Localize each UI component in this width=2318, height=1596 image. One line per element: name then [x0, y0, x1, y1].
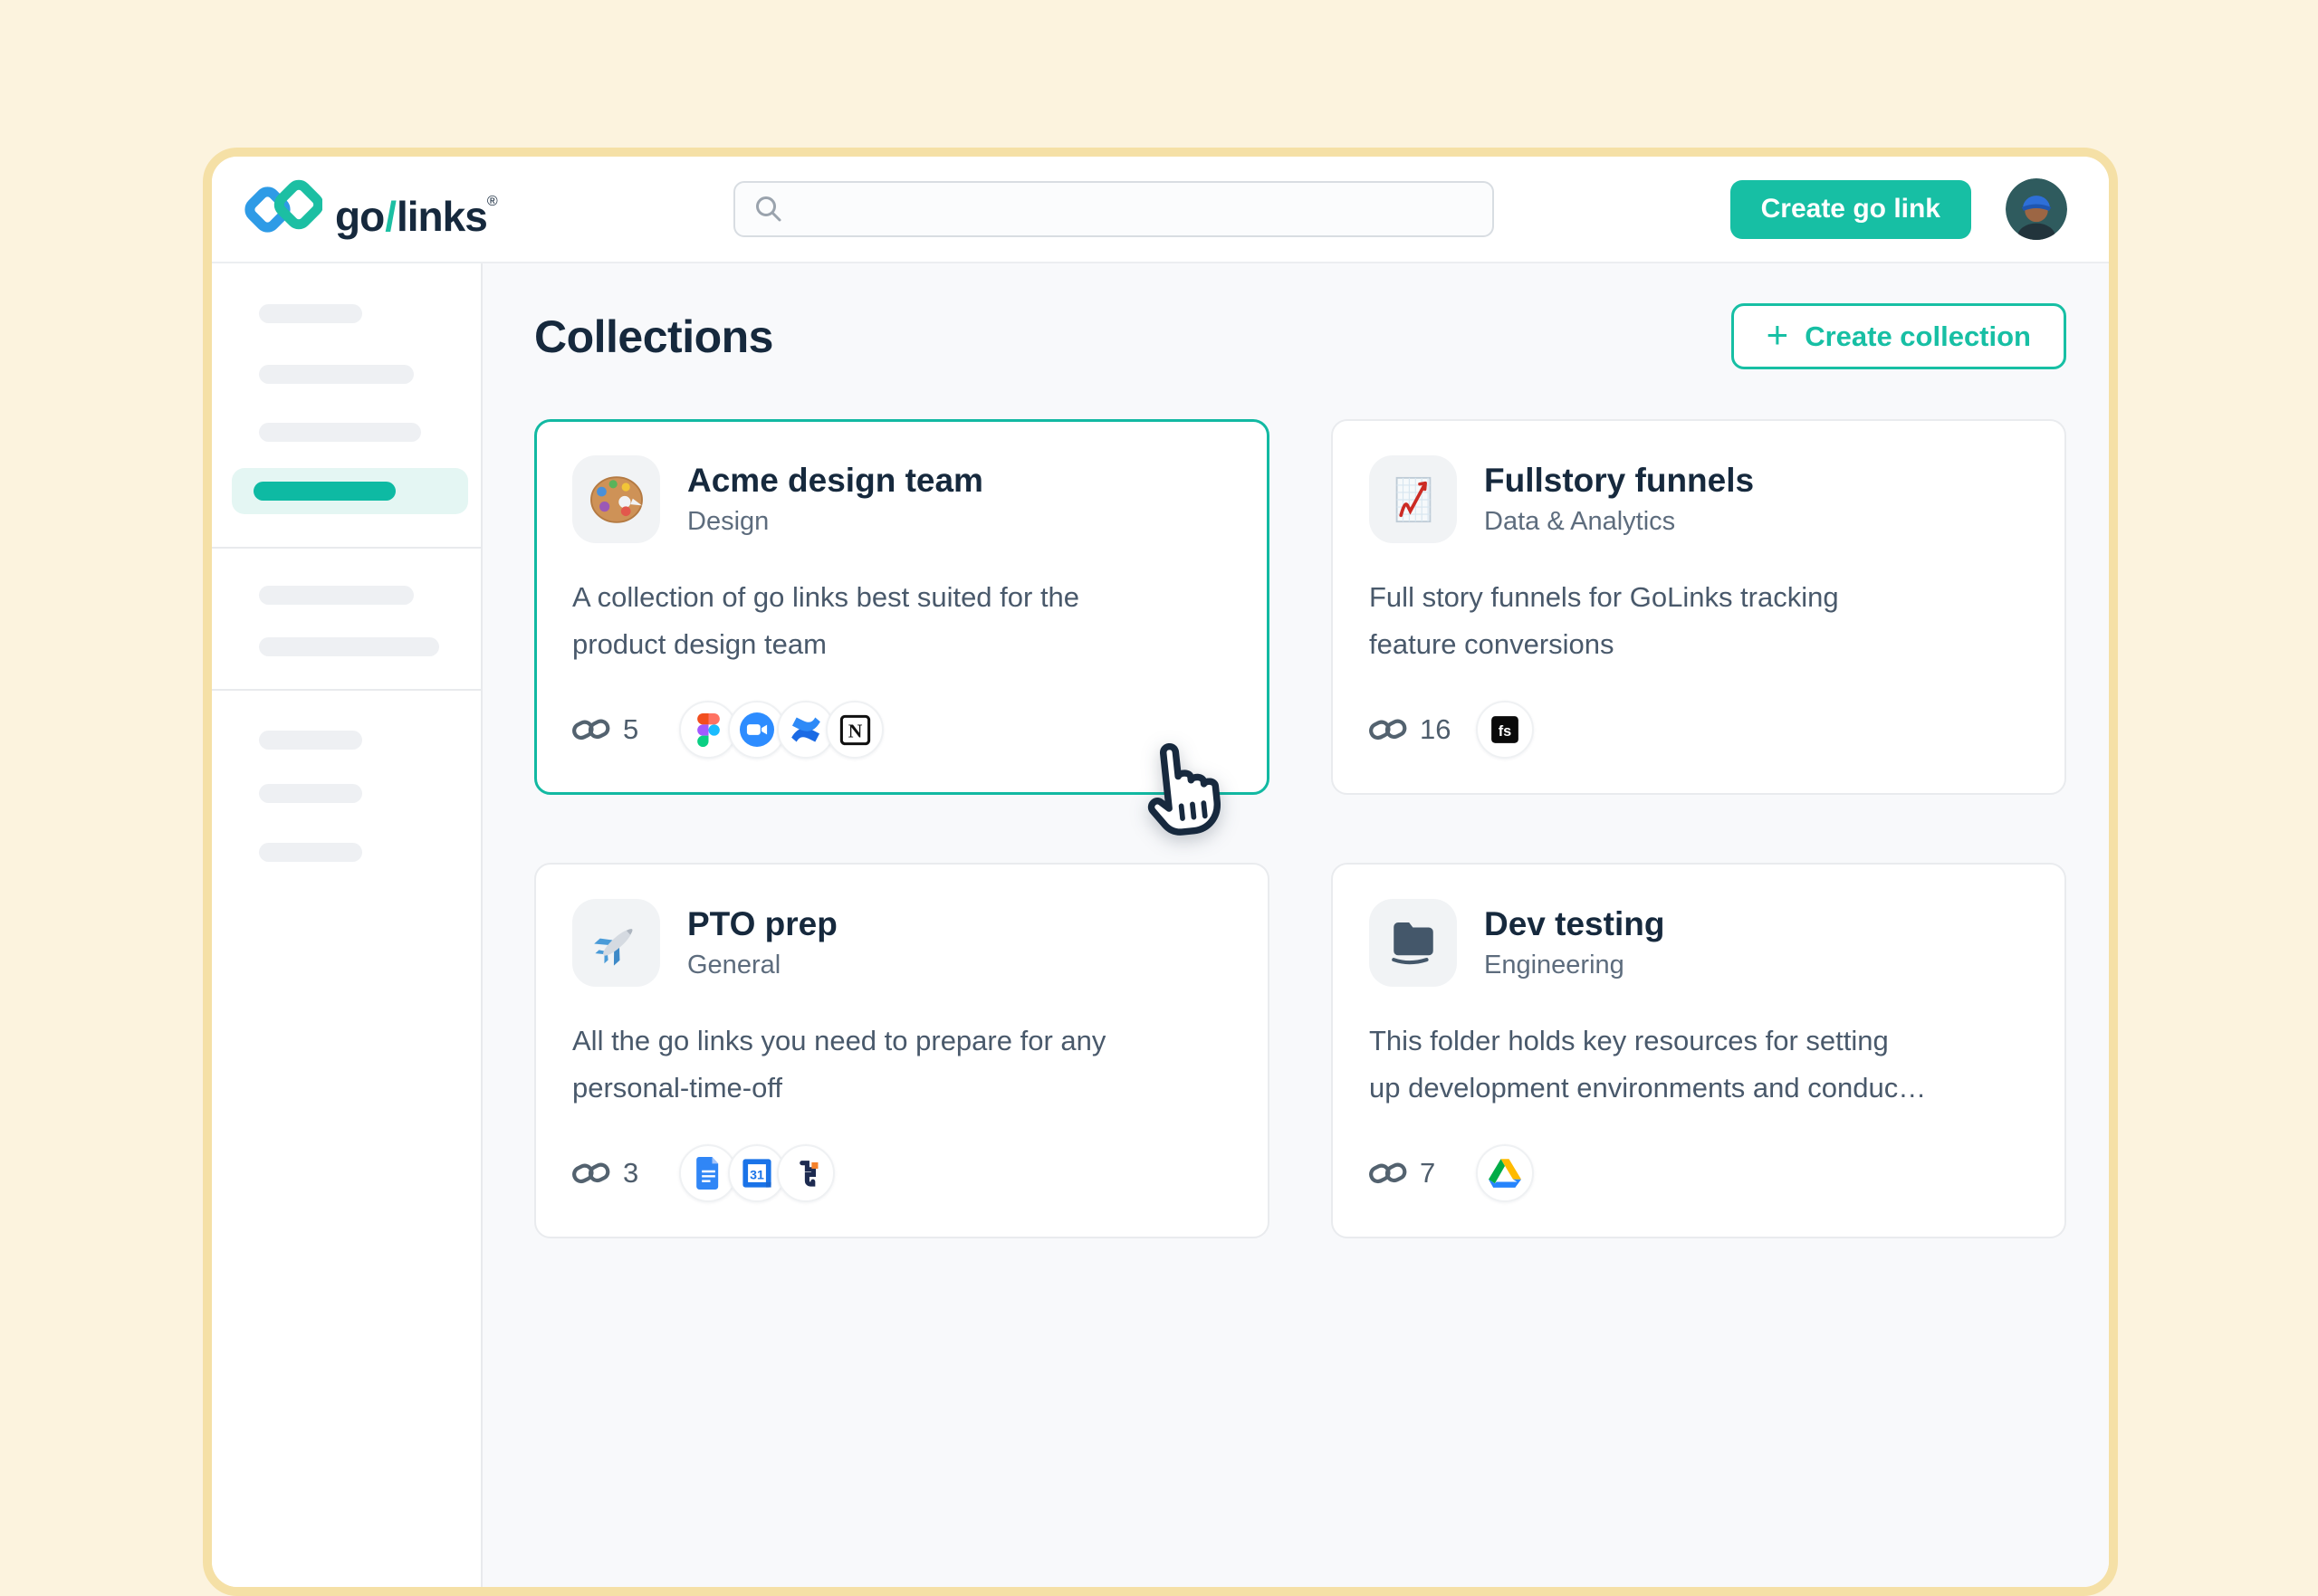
golinks-wordmark: go/links®: [335, 170, 497, 248]
sidebar-item-placeholder[interactable]: [259, 423, 421, 442]
sidebar-section-1: [212, 263, 481, 549]
chain-link-icon: [1369, 1159, 1407, 1188]
registered-mark: ®: [487, 194, 497, 209]
collection-category: General: [687, 951, 838, 980]
sidebar-section-3: [212, 691, 481, 1596]
create-collection-button[interactable]: + Create collection: [1731, 303, 2066, 369]
collection-category: Engineering: [1484, 951, 1664, 980]
collection-category: Design: [687, 507, 983, 537]
page-title: Collections: [534, 311, 773, 363]
app-window: go/links® Create go link: [203, 148, 2118, 1596]
collection-title: Dev testing: [1484, 905, 1664, 944]
svg-text:fs: fs: [1499, 723, 1511, 740]
collection-title: Fullstory funnels: [1484, 462, 1754, 501]
hand-pointer-cursor: [1134, 737, 1235, 847]
main-content: Collections + Create collection: [483, 263, 2109, 1596]
collection-card-fullstory-funnels[interactable]: Fullstory funnels Data & Analytics Full …: [1331, 419, 2066, 795]
sidebar-item-placeholder[interactable]: [259, 784, 362, 803]
search-bar[interactable]: [733, 181, 1494, 237]
app-icons: [1476, 1144, 1534, 1202]
link-count: 16: [1369, 713, 1476, 746]
svg-text:31: 31: [750, 1169, 764, 1183]
link-count: 5: [572, 713, 679, 746]
sidebar-item-placeholder[interactable]: [259, 304, 362, 323]
collection-description: A collection of go links best suited for…: [572, 574, 1231, 668]
collection-title: Acme design team: [687, 462, 983, 501]
collection-description: All the go links you need to prepare for…: [572, 1018, 1231, 1112]
app-icons: fs: [1476, 701, 1534, 759]
create-go-link-button[interactable]: Create go link: [1730, 180, 1971, 239]
airplane-icon: [572, 899, 660, 987]
collection-card-dev-testing[interactable]: Dev testing Engineering This folder hold…: [1331, 863, 2066, 1238]
trainual-icon: [777, 1144, 835, 1202]
app-header: go/links® Create go link: [212, 157, 2109, 263]
notion-icon: N: [826, 701, 884, 759]
sidebar-item-active[interactable]: [232, 468, 468, 514]
sidebar-item-placeholder[interactable]: [259, 365, 414, 384]
chain-link-icon: [572, 715, 610, 744]
sidebar-item-placeholder[interactable]: [259, 731, 362, 750]
avatar[interactable]: [2006, 178, 2067, 240]
search-icon: [753, 194, 784, 225]
page-header-row: Collections + Create collection: [534, 303, 2066, 369]
collection-description: Full story funnels for GoLinks tracking …: [1369, 574, 2028, 668]
collection-card-pto-prep[interactable]: PTO prep General All the go links you ne…: [534, 863, 1269, 1238]
link-count: 3: [572, 1157, 679, 1190]
sidebar-item-placeholder[interactable]: [259, 843, 362, 862]
sidebar-item-placeholder[interactable]: [259, 637, 439, 656]
svg-text:N: N: [848, 720, 862, 741]
golinks-logo[interactable]: go/links®: [244, 170, 497, 248]
search-input[interactable]: [797, 194, 1474, 225]
golinks-logo-icon: [244, 174, 322, 241]
sidebar: [212, 263, 483, 1596]
header-actions: Create go link: [1730, 178, 2067, 240]
palette-icon: [572, 455, 660, 543]
link-count: 7: [1369, 1157, 1476, 1190]
google-drive-icon: [1476, 1144, 1534, 1202]
chart-increasing-icon: [1369, 455, 1457, 543]
collection-category: Data & Analytics: [1484, 507, 1754, 537]
avatar-photo: [2006, 178, 2067, 240]
sidebar-item-placeholder[interactable]: [259, 586, 414, 605]
folder-icon: [1369, 899, 1457, 987]
app-icons: 31: [679, 1144, 835, 1202]
logo-slash: /: [384, 193, 397, 240]
sidebar-active-bar: [254, 482, 396, 501]
plus-icon: +: [1767, 316, 1789, 354]
fullstory-icon: fs: [1476, 701, 1534, 759]
app-icons: N: [679, 701, 884, 759]
collection-title: PTO prep: [687, 905, 838, 944]
chain-link-icon: [1369, 715, 1407, 744]
collections-grid: Acme design team Design A collection of …: [534, 419, 2066, 1238]
sidebar-section-2: [212, 549, 481, 691]
chain-link-icon: [572, 1159, 610, 1188]
collection-description: This folder holds key resources for sett…: [1369, 1018, 2028, 1112]
desktop-background: go/links® Create go link: [0, 0, 2318, 1304]
